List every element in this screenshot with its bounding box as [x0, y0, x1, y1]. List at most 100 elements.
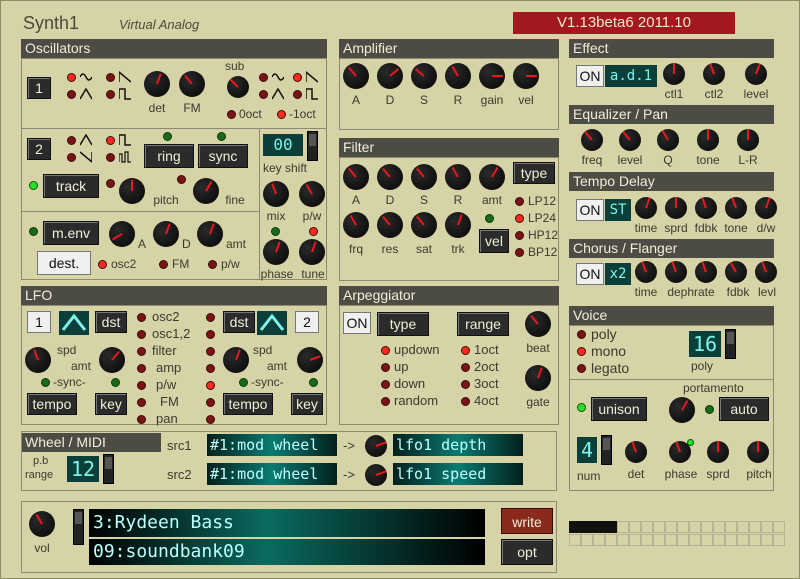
- osc-det-knob[interactable]: [144, 71, 170, 97]
- filter-attack-knob[interactable]: [343, 164, 369, 190]
- osc2-wave-saw-led[interactable]: [67, 153, 76, 162]
- effect-ctl2-knob[interactable]: [703, 63, 725, 85]
- filter-vel-button[interactable]: vel: [479, 229, 509, 253]
- arp-updown-led[interactable]: [381, 346, 390, 355]
- arp-range-button[interactable]: range: [457, 312, 509, 336]
- filter-lp24-led[interactable]: [515, 214, 524, 223]
- delay-mode-display[interactable]: ST: [605, 199, 631, 221]
- osc2-wave-sine-led[interactable]: [67, 136, 76, 145]
- chorus-levl-knob[interactable]: [755, 261, 777, 283]
- sub-minus1oct-led[interactable]: [277, 110, 286, 119]
- patch-name-display[interactable]: 3:Rydeen Bass: [89, 509, 485, 537]
- lfo2-dest-amp-led[interactable]: [206, 364, 215, 373]
- unison-det-knob[interactable]: [625, 441, 647, 463]
- lfo2-dest-osc12-led[interactable]: [206, 330, 215, 339]
- eq-level-knob[interactable]: [619, 129, 641, 151]
- effect-ctl1-knob[interactable]: [663, 63, 685, 85]
- filter-type-button[interactable]: type: [513, 162, 555, 184]
- lfo1-tempo-button[interactable]: tempo: [27, 393, 77, 415]
- osc2-button[interactable]: 2: [27, 138, 51, 160]
- effect-on-button[interactable]: ON: [576, 65, 604, 87]
- effect-level-knob[interactable]: [745, 63, 767, 85]
- sub-0oct-led[interactable]: [227, 110, 236, 119]
- dest-pw-led[interactable]: [208, 260, 217, 269]
- amp-decay-knob[interactable]: [377, 63, 403, 89]
- menv-amt-knob[interactable]: [197, 221, 223, 247]
- portamento-auto-button[interactable]: auto: [719, 397, 769, 421]
- lfo2-wave-display[interactable]: [257, 311, 287, 335]
- chorus-depth-knob[interactable]: [665, 261, 687, 283]
- chorus-mode-display[interactable]: x2: [605, 263, 631, 285]
- eq-q-knob[interactable]: [657, 129, 679, 151]
- amp-vel-knob[interactable]: [513, 63, 539, 89]
- opt-button[interactable]: opt: [501, 539, 553, 565]
- lfo2-dest-pan-led[interactable]: [206, 415, 215, 424]
- osc1-wave-saw-led[interactable]: [106, 73, 115, 82]
- unison-phase-knob[interactable]: [669, 441, 691, 463]
- lfo1-spd-knob[interactable]: [25, 347, 51, 373]
- lfo2-key-button[interactable]: key: [291, 393, 323, 415]
- filter-frq-knob[interactable]: [343, 212, 369, 238]
- src1-display[interactable]: #1:mod wheel: [207, 434, 337, 456]
- delay-fdbk-knob[interactable]: [695, 197, 717, 219]
- menv-decay-knob[interactable]: [153, 221, 179, 247]
- volume-knob[interactable]: [29, 511, 55, 537]
- unison-num-display[interactable]: 4: [577, 437, 597, 463]
- delay-sprd-knob[interactable]: [665, 197, 687, 219]
- key-shift-toggle[interactable]: [307, 131, 318, 161]
- lfo1-dest-filter-led[interactable]: [137, 347, 146, 356]
- unison-pitch-knob[interactable]: [747, 441, 769, 463]
- portamento-knob[interactable]: [669, 397, 695, 423]
- filter-trk-knob[interactable]: [445, 212, 471, 238]
- lfo2-button[interactable]: 2: [295, 311, 319, 333]
- tune-knob[interactable]: [299, 239, 325, 265]
- lfo1-dest-amp-led[interactable]: [137, 364, 146, 373]
- lfo1-amt-knob[interactable]: [99, 347, 125, 373]
- filter-sustain-knob[interactable]: [411, 164, 437, 190]
- delay-on-button[interactable]: ON: [576, 199, 604, 221]
- voice-poly-led[interactable]: [577, 330, 586, 339]
- osc1-wave-square-led[interactable]: [106, 90, 115, 99]
- pb-range-display[interactable]: 12: [67, 456, 99, 482]
- lfo1-dst-button[interactable]: dst: [95, 311, 127, 333]
- unison-button[interactable]: unison: [591, 397, 647, 421]
- write-button[interactable]: write: [501, 508, 553, 534]
- dest-osc2-led[interactable]: [98, 260, 107, 269]
- arp-beat-knob[interactable]: [525, 311, 551, 337]
- sub-wave-saw-led[interactable]: [293, 73, 302, 82]
- arp-1oct-led[interactable]: [461, 346, 470, 355]
- chorus-rate-knob[interactable]: [695, 261, 717, 283]
- filter-res-knob[interactable]: [377, 212, 403, 238]
- voice-mono-led[interactable]: [577, 347, 586, 356]
- src2-display[interactable]: #1:mod wheel: [207, 463, 337, 485]
- chorus-time-knob[interactable]: [635, 261, 657, 283]
- src2-depth-knob[interactable]: [365, 464, 387, 486]
- unison-sprd-knob[interactable]: [707, 441, 729, 463]
- lfo2-amt-knob[interactable]: [297, 347, 323, 373]
- osc1-button[interactable]: 1: [27, 77, 51, 99]
- filter-bp12-led[interactable]: [515, 248, 524, 257]
- osc-fm-knob[interactable]: [179, 71, 205, 97]
- sub-knob[interactable]: [227, 76, 249, 98]
- ring-button[interactable]: ring: [144, 144, 194, 168]
- delay-tone-knob[interactable]: [725, 197, 747, 219]
- sub-wave-square-led[interactable]: [293, 90, 302, 99]
- fine-knob[interactable]: [193, 178, 219, 204]
- osc1-wave-sine-led[interactable]: [67, 73, 76, 82]
- lfo2-spd-knob[interactable]: [223, 347, 249, 373]
- sub-wave-sine-led[interactable]: [259, 73, 268, 82]
- arp-2oct-led[interactable]: [461, 363, 470, 372]
- osc1-wave-tri-led[interactable]: [67, 90, 76, 99]
- dest-fm-led[interactable]: [159, 260, 168, 269]
- amp-sustain-knob[interactable]: [411, 63, 437, 89]
- delay-dw-knob[interactable]: [755, 197, 777, 219]
- amp-gain-knob[interactable]: [479, 63, 505, 89]
- lfo1-dest-osc2-led[interactable]: [137, 313, 146, 322]
- filter-release-knob[interactable]: [445, 164, 471, 190]
- key-shift-display[interactable]: 00: [263, 134, 303, 156]
- lfo2-dest-osc2-led[interactable]: [206, 313, 215, 322]
- src1-depth-knob[interactable]: [365, 435, 387, 457]
- dst2-display[interactable]: lfo1 speed: [393, 463, 523, 485]
- voice-legato-led[interactable]: [577, 364, 586, 373]
- lfo1-dest-fm-led[interactable]: [137, 398, 146, 407]
